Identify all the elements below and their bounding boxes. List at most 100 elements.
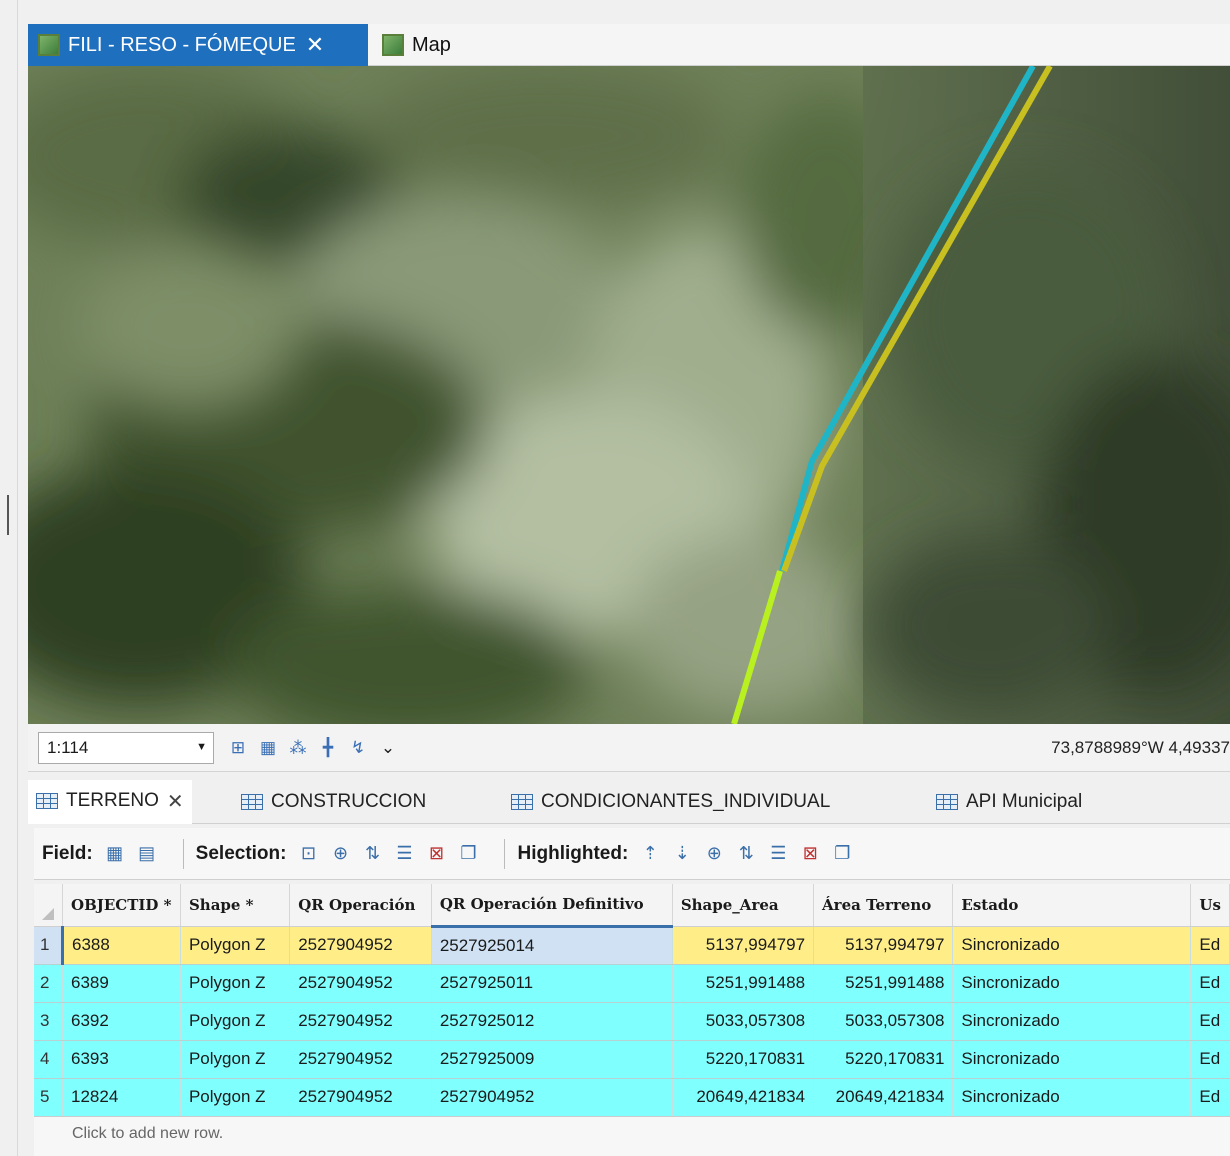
cell-area-terreno[interactable]: 5137,994797	[813, 926, 954, 965]
dock-resize-handle[interactable]	[7, 495, 9, 535]
cell-area-terreno[interactable]: 5033,057308	[813, 1002, 954, 1041]
cell-uso[interactable]: Ed	[1190, 1002, 1230, 1041]
column-header[interactable]: Estado	[952, 884, 1192, 927]
grid-icon[interactable]: ▦	[256, 736, 280, 760]
cell-shape[interactable]: Polygon Z	[180, 1078, 291, 1117]
cell-qr-operacion[interactable]: 2527904952	[289, 926, 432, 965]
field-label: Field:	[42, 842, 93, 864]
add-vertex-icon[interactable]: ╋	[316, 736, 340, 760]
zoom-to-highlighted-icon[interactable]: ⊕	[702, 842, 726, 866]
close-icon[interactable]: ✕	[306, 32, 324, 58]
clear-selection-icon[interactable]: ☰	[392, 842, 416, 866]
tab-map[interactable]: Map	[372, 24, 492, 66]
map-status-tools: ⊞ ▦ ⁂ ╋ ↯ ⌄	[226, 734, 400, 762]
cell-qr-operacion[interactable]: 2527904952	[289, 1078, 432, 1117]
cell-uso[interactable]: Ed	[1190, 926, 1230, 965]
north-arrow-icon[interactable]: ↯	[346, 736, 370, 760]
column-header[interactable]: Shape *	[180, 884, 291, 927]
cell-qr-definitivo[interactable]: 2527925014	[431, 926, 673, 965]
cell-uso[interactable]: Ed	[1190, 1078, 1230, 1117]
chevron-down-icon[interactable]: ⌄	[376, 736, 400, 760]
cell-estado[interactable]: Sincronizado	[952, 1078, 1192, 1117]
cell-estado[interactable]: Sincronizado	[952, 1040, 1192, 1079]
cell-qr-definitivo[interactable]: 2527904952	[431, 1078, 673, 1117]
scale-combobox[interactable]: 1:114 ▼	[38, 732, 214, 764]
fixed-zoom-icon[interactable]: ⊞	[226, 736, 250, 760]
column-header[interactable]: QR Operación Definitivo	[431, 884, 673, 928]
tab-api-municipal[interactable]: API Municipal	[928, 780, 1090, 824]
select-all-corner[interactable]	[34, 884, 63, 927]
row-header[interactable]: 3	[34, 1002, 63, 1041]
delete-selection-icon[interactable]: ⊠	[424, 842, 448, 866]
table-row[interactable]: 4 6393 Polygon Z 2527904952 2527925009 5…	[34, 1040, 1230, 1079]
cell-uso[interactable]: Ed	[1190, 964, 1230, 1003]
cell-shape[interactable]: Polygon Z	[180, 926, 291, 965]
coordinate-readout: 73,8788989°W 4,49337	[1051, 738, 1230, 757]
cell-qr-operacion[interactable]: 2527904952	[289, 1040, 432, 1079]
cell-qr-definitivo[interactable]: 2527925012	[431, 1002, 673, 1041]
cell-estado[interactable]: Sincronizado	[952, 1002, 1192, 1041]
row-header[interactable]: 5	[34, 1078, 63, 1117]
cell-estado[interactable]: Sincronizado	[952, 964, 1192, 1003]
cell-shape-area[interactable]: 5137,994797	[672, 926, 815, 965]
column-header[interactable]: Área Terreno	[813, 884, 954, 927]
cell-estado[interactable]: Sincronizado	[952, 926, 1192, 965]
row-header[interactable]: 2	[34, 964, 63, 1003]
row-header[interactable]: 4	[34, 1040, 63, 1079]
unhighlight-icon[interactable]: ☰	[766, 842, 790, 866]
cell-objectid[interactable]: 6393	[62, 1040, 181, 1079]
table-row[interactable]: 5 12824 Polygon Z 2527904952 2527904952 …	[34, 1078, 1230, 1117]
cell-objectid[interactable]: 6388	[62, 926, 181, 965]
highlight-up-icon[interactable]: ⇡	[638, 842, 662, 866]
calculate-field-icon[interactable]: ▤	[135, 842, 159, 866]
cell-qr-definitivo[interactable]: 2527925009	[431, 1040, 673, 1079]
cell-shape-area[interactable]: 5033,057308	[672, 1002, 815, 1041]
column-header[interactable]: Shape_Area	[672, 884, 815, 927]
switch-selection-icon[interactable]: ⇅	[360, 842, 384, 866]
cell-area-terreno[interactable]: 5220,170831	[813, 1040, 954, 1079]
table-row[interactable]: 2 6389 Polygon Z 2527904952 2527925011 5…	[34, 964, 1230, 1003]
table-row[interactable]: 1 6388 Polygon Z 2527904952 2527925014 5…	[34, 926, 1230, 965]
add-field-icon[interactable]: ▦	[103, 842, 127, 866]
tab-condicionantes-individual[interactable]: CONDICIONANTES_INDIVIDUAL	[503, 780, 838, 824]
cell-objectid[interactable]: 6389	[62, 964, 181, 1003]
map-canvas[interactable]	[28, 66, 1230, 724]
tab-construccion[interactable]: CONSTRUCCION	[233, 780, 434, 824]
cell-objectid[interactable]: 6392	[62, 1002, 181, 1041]
cell-objectid[interactable]: 12824	[62, 1078, 181, 1117]
chevron-down-icon[interactable]: ▼	[196, 741, 207, 753]
copy-highlighted-icon[interactable]: ❐	[830, 842, 854, 866]
copy-selection-icon[interactable]: ❐	[456, 842, 480, 866]
cell-area-terreno[interactable]: 20649,421834	[813, 1078, 954, 1117]
snapping-icon[interactable]: ⁂	[286, 736, 310, 760]
cell-qr-definitivo[interactable]: 2527925011	[431, 964, 673, 1003]
tab-terreno[interactable]: TERRENO ✕	[28, 780, 192, 824]
table-icon	[936, 794, 958, 810]
cell-shape-area[interactable]: 5220,170831	[672, 1040, 815, 1079]
cell-shape-area[interactable]: 20649,421834	[672, 1078, 815, 1117]
cell-shape[interactable]: Polygon Z	[180, 1002, 291, 1041]
selection-label: Selection:	[195, 842, 287, 864]
close-icon[interactable]: ✕	[167, 789, 184, 814]
cell-qr-operacion[interactable]: 2527904952	[289, 964, 432, 1003]
cell-shape-area[interactable]: 5251,991488	[672, 964, 815, 1003]
highlight-down-icon[interactable]: ⇣	[670, 842, 694, 866]
column-header[interactable]: Us	[1190, 884, 1230, 927]
switch-highlighted-icon[interactable]: ⇅	[734, 842, 758, 866]
cell-area-terreno[interactable]: 5251,991488	[813, 964, 954, 1003]
cell-uso[interactable]: Ed	[1190, 1040, 1230, 1079]
zoom-to-selection-icon[interactable]: ⊕	[328, 842, 352, 866]
table-row[interactable]: 3 6392 Polygon Z 2527904952 2527925012 5…	[34, 1002, 1230, 1041]
add-row-placeholder[interactable]: Click to add new row.	[34, 1116, 1230, 1156]
select-by-attributes-icon[interactable]: ⊡	[296, 842, 320, 866]
cell-qr-operacion[interactable]: 2527904952	[289, 1002, 432, 1041]
cell-shape[interactable]: Polygon Z	[180, 1040, 291, 1079]
row-header[interactable]: 1	[34, 926, 64, 965]
column-header[interactable]: QR Operación	[289, 884, 432, 927]
table-icon	[511, 794, 533, 810]
column-header[interactable]: OBJECTID *	[62, 884, 181, 927]
attribute-table: OBJECTID * Shape * QR Operación QR Opera…	[34, 884, 1230, 1156]
delete-highlighted-icon[interactable]: ⊠	[798, 842, 822, 866]
tab-fili-reso-fomeque[interactable]: FILI - RESO - FÓMEQUE ✕	[28, 24, 368, 66]
cell-shape[interactable]: Polygon Z	[180, 964, 291, 1003]
